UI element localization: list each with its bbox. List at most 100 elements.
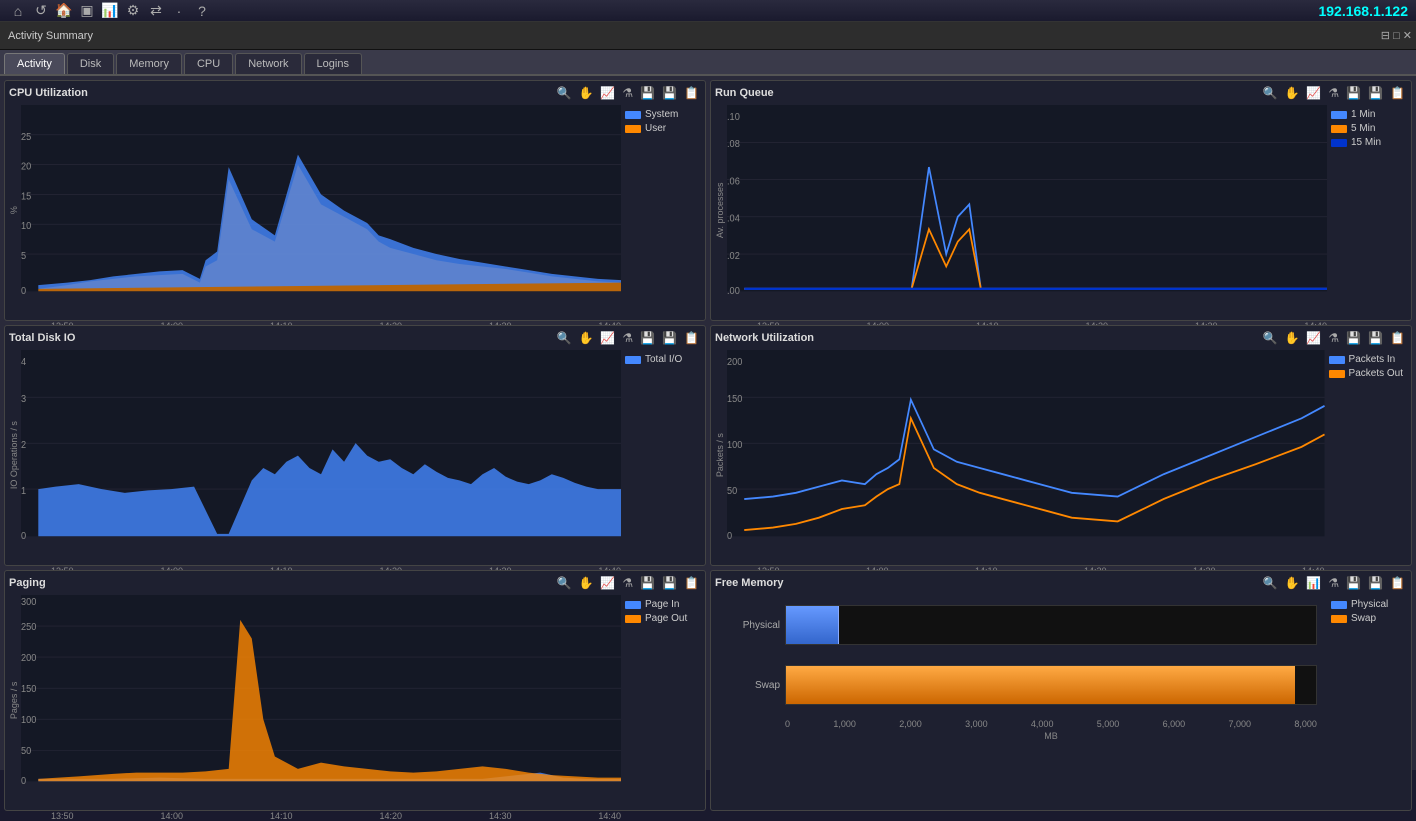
svg-text:5: 5 xyxy=(21,251,26,262)
net-panel-tools: 🔍 ✋ 📈 ⚗ 💾 💾 📋 xyxy=(1261,330,1407,346)
disk-save-icon[interactable]: 💾 xyxy=(638,330,657,346)
svg-text:4: 4 xyxy=(21,357,27,368)
cpu-user-label: User xyxy=(645,123,666,134)
net-legend-out: Packets Out xyxy=(1329,368,1403,379)
tab-activity[interactable]: Activity xyxy=(4,53,65,74)
disk-chart-with-legend: 0 1 2 3 4 13:50 14:00 14:10 14:20 14:30 xyxy=(21,350,701,561)
cpu-panel-header: CPU Utilization 🔍 ✋ 📈 ⚗ 💾 💾 📋 xyxy=(9,85,701,101)
mem-x-axis: 0 1,000 2,000 3,000 4,000 5,000 6,000 7,… xyxy=(785,715,1317,729)
net-zoom-icon[interactable]: 🔍 xyxy=(1261,330,1280,346)
network-panel: Network Utilization 🔍 ✋ 📈 ⚗ 💾 💾 📋 Packet… xyxy=(710,325,1412,566)
net-save2-icon[interactable]: 💾 xyxy=(1366,330,1385,346)
disk-export-icon[interactable]: 📋 xyxy=(682,330,701,346)
cpu-y-label: % xyxy=(9,105,19,316)
tab-logins[interactable]: Logins xyxy=(304,53,362,74)
svg-text:20: 20 xyxy=(21,161,31,172)
rq-legend-15min: 15 Min xyxy=(1331,137,1403,148)
filter-icon[interactable]: ⚗ xyxy=(620,85,635,101)
mem-filter-icon[interactable]: ⚗ xyxy=(1326,575,1341,591)
mem-panel-header: Free Memory 🔍 ✋ 📊 ⚗ 💾 💾 📋 xyxy=(715,575,1407,591)
svg-text:2: 2 xyxy=(21,440,26,451)
disk-save2-icon[interactable]: 💾 xyxy=(660,330,679,346)
tab-network[interactable]: Network xyxy=(235,53,301,74)
arrows-icon[interactable]: ⇄ xyxy=(146,1,166,21)
rq-line-icon[interactable]: 📈 xyxy=(1304,85,1323,101)
chart-icon[interactable]: 📊 xyxy=(100,1,120,21)
paging-line-icon[interactable]: 📈 xyxy=(598,575,617,591)
paging-zoom-icon[interactable]: 🔍 xyxy=(555,575,574,591)
rq-y-label: Av. processes xyxy=(715,105,725,316)
tab-cpu[interactable]: CPU xyxy=(184,53,233,74)
mem-zoom-icon[interactable]: 🔍 xyxy=(1261,575,1280,591)
tab-disk[interactable]: Disk xyxy=(67,53,114,74)
mem-x-unit: MB xyxy=(785,731,1317,741)
home-icon[interactable]: ⌂ xyxy=(8,1,28,21)
svg-text:150: 150 xyxy=(21,684,36,695)
svg-text:25: 25 xyxy=(21,131,31,142)
net-save-icon[interactable]: 💾 xyxy=(1344,330,1363,346)
net-hand-icon[interactable]: ✋ xyxy=(1282,330,1301,346)
rq-export-icon[interactable]: 📋 xyxy=(1388,85,1407,101)
settings-icon[interactable]: ⚙ xyxy=(123,1,143,21)
mem-hand-icon[interactable]: ✋ xyxy=(1282,575,1301,591)
net-chart-area: Packets / s 0 50 100 150 200 xyxy=(715,350,1407,561)
svg-text:1: 1 xyxy=(21,486,26,497)
paging-out-label: Page Out xyxy=(645,613,687,624)
paging-in-color xyxy=(625,601,641,609)
net-out-color xyxy=(1329,370,1345,378)
disk-line-icon[interactable]: 📈 xyxy=(598,330,617,346)
mem-tick-5: 5,000 xyxy=(1097,719,1120,729)
ip-display: 192.168.1.122 xyxy=(1318,3,1408,19)
net-filter-icon[interactable]: ⚗ xyxy=(1326,330,1341,346)
paging-hand-icon[interactable]: ✋ xyxy=(576,575,595,591)
run-queue-panel: Run Queue 🔍 ✋ 📈 ⚗ 💾 💾 📋 Av. processes xyxy=(710,80,1412,321)
net-legend-in: Packets In xyxy=(1329,354,1403,365)
disk-svg-area: 0 1 2 3 4 13:50 14:00 14:10 14:20 14:30 xyxy=(21,350,621,561)
mem-save-icon[interactable]: 💾 xyxy=(1344,575,1363,591)
paging-svg-area: 0 50 100 150 200 250 300 13:50 xyxy=(21,595,621,806)
rq-zoom-icon[interactable]: 🔍 xyxy=(1261,85,1280,101)
svg-text:0: 0 xyxy=(727,531,732,542)
paging-filter-icon[interactable]: ⚗ xyxy=(620,575,635,591)
mem-export-icon[interactable]: 📋 xyxy=(1388,575,1407,591)
line-icon[interactable]: 📈 xyxy=(598,85,617,101)
save2-icon[interactable]: 💾 xyxy=(660,85,679,101)
rq-hand-icon[interactable]: ✋ xyxy=(1282,85,1301,101)
cpu-user-color xyxy=(625,125,641,133)
separator: · xyxy=(169,1,189,21)
zoom-icon[interactable]: 🔍 xyxy=(555,85,574,101)
hand-icon[interactable]: ✋ xyxy=(576,85,595,101)
screen-icon[interactable]: ▣ xyxy=(77,1,97,21)
disk-hand-icon[interactable]: ✋ xyxy=(576,330,595,346)
cpu-chart-area: % xyxy=(9,105,701,316)
rq-filter-icon[interactable]: ⚗ xyxy=(1326,85,1341,101)
net-export-icon[interactable]: 📋 xyxy=(1388,330,1407,346)
rq-save-icon[interactable]: 💾 xyxy=(1344,85,1363,101)
rq-legend-5min: 5 Min xyxy=(1331,123,1403,134)
rq-save2-icon[interactable]: 💾 xyxy=(1366,85,1385,101)
disk-y-label: IO Operations / s xyxy=(9,350,19,561)
paging-panel: Paging 🔍 ✋ 📈 ⚗ 💾 💾 📋 Pages / s xyxy=(4,570,706,811)
rq-1min-color xyxy=(1331,111,1347,119)
paging-save2-icon[interactable]: 💾 xyxy=(660,575,679,591)
mem-save2-icon[interactable]: 💾 xyxy=(1366,575,1385,591)
paging-panel-tools: 🔍 ✋ 📈 ⚗ 💾 💾 📋 xyxy=(555,575,701,591)
home2-icon[interactable]: 🏠 xyxy=(54,1,74,21)
export-icon[interactable]: 📋 xyxy=(682,85,701,101)
disk-filter-icon[interactable]: ⚗ xyxy=(620,330,635,346)
paging-tick-5: 14:40 xyxy=(598,811,621,821)
refresh-icon[interactable]: ↺ xyxy=(31,1,51,21)
disk-zoom-icon[interactable]: 🔍 xyxy=(555,330,574,346)
mem-bar-icon[interactable]: 📊 xyxy=(1304,575,1323,591)
disk-total-label: Total I/O xyxy=(645,354,682,365)
window-controls[interactable]: ⊟ □ ✕ xyxy=(1381,29,1412,42)
paging-export-icon[interactable]: 📋 xyxy=(682,575,701,591)
net-line-icon[interactable]: 📈 xyxy=(1304,330,1323,346)
save-icon[interactable]: 💾 xyxy=(638,85,657,101)
mem-tick-1: 1,000 xyxy=(833,719,856,729)
tab-memory[interactable]: Memory xyxy=(116,53,182,74)
cpu-legend-system: System xyxy=(625,109,697,120)
disk-panel-header: Total Disk IO 🔍 ✋ 📈 ⚗ 💾 💾 📋 xyxy=(9,330,701,346)
help-icon[interactable]: ? xyxy=(192,1,212,21)
paging-save-icon[interactable]: 💾 xyxy=(638,575,657,591)
